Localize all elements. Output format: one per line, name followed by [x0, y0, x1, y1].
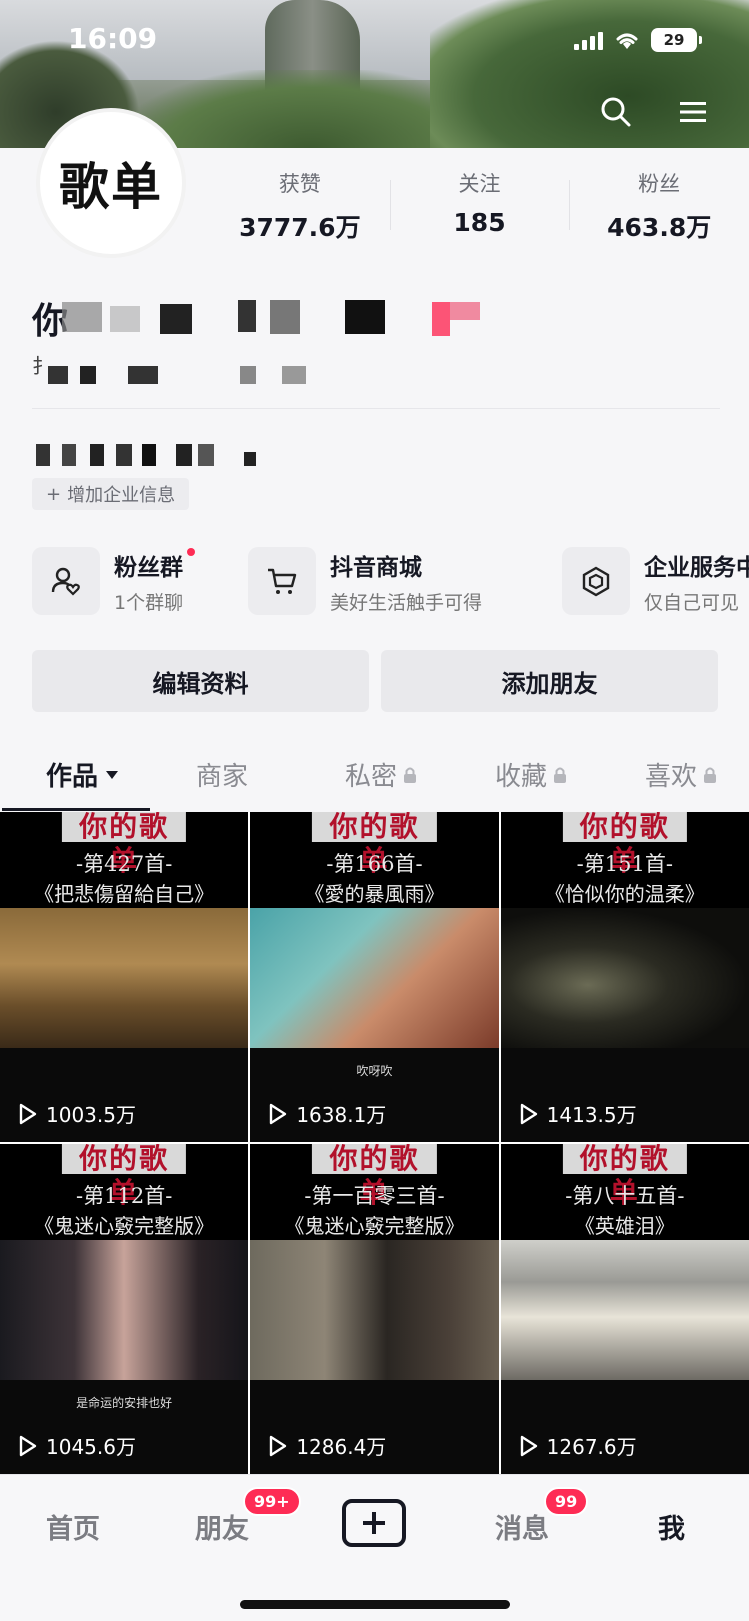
video-thumbnail: [0, 1240, 249, 1380]
stat-followers[interactable]: 粉丝 463.8万: [569, 168, 749, 248]
video-tile[interactable]: 你的歌单 -第151首- 《恰似你的温柔》 1413.5万: [500, 812, 749, 1142]
video-tile[interactable]: 你的歌单 -第八十五首- 《英雄泪》 1267.6万: [500, 1144, 749, 1474]
plus-icon: [363, 1512, 385, 1534]
nav-messages[interactable]: 消息: [495, 1507, 549, 1546]
service-subtitle: 美好生活触手可得: [330, 591, 483, 614]
active-tab-indicator: [2, 808, 150, 811]
video-thumbnail: [500, 908, 749, 1048]
video-song: 《鬼迷心竅完整版》: [284, 1214, 465, 1238]
lock-icon: [554, 767, 567, 783]
plus-icon: +: [46, 483, 62, 505]
video-title: 你的歌单: [62, 812, 187, 877]
video-tile[interactable]: 你的歌单 -第166首- 《愛的暴風雨》 吹呀吹 1638.1万: [250, 812, 499, 1142]
tab-works[interactable]: 作品: [46, 756, 120, 793]
video-thumbnail: [250, 1240, 499, 1380]
play-count: 1045.6万: [18, 1431, 136, 1460]
play-icon: [19, 1103, 37, 1124]
notification-dot: [187, 547, 196, 556]
play-count: 1286.4万: [268, 1431, 386, 1460]
nav-home[interactable]: 首页: [46, 1507, 100, 1546]
video-number: -第112首-: [76, 1184, 173, 1208]
edit-profile-button[interactable]: 编辑资料: [32, 650, 369, 712]
video-song: 《愛的暴風雨》: [304, 882, 445, 906]
stat-likes[interactable]: 获赞 3777.6万: [210, 168, 390, 248]
services-row: 粉丝群 1个群聊 抖音商城 美好生活触手可得 企业服务中 仅自己可见: [0, 545, 749, 620]
profile-actions: 编辑资料 添加朋友: [32, 650, 718, 712]
tab-likes[interactable]: 喜欢: [645, 756, 717, 793]
play-count: 1267.6万: [519, 1431, 637, 1460]
play-icon: [19, 1435, 37, 1456]
add-friend-button[interactable]: 添加朋友: [381, 650, 718, 712]
tab-favorites[interactable]: 收藏: [495, 756, 567, 793]
stat-following[interactable]: 关注 185: [389, 168, 570, 248]
service-title: 粉丝群: [114, 554, 183, 581]
cart-icon: [248, 547, 316, 615]
service-title: 抖音商城: [330, 554, 422, 581]
service-title: 企业服务中: [644, 554, 749, 581]
video-number: -第166首-: [326, 852, 423, 876]
video-title: 你的歌单: [562, 1144, 687, 1209]
video-title: 你的歌单: [312, 812, 437, 877]
video-tile[interactable]: 你的歌单 -第427首- 《把悲傷留給自己》 1003.5万: [0, 812, 249, 1142]
avatar[interactable]: 歌单: [36, 108, 186, 258]
video-song: 《鬼迷心竅完整版》: [34, 1214, 215, 1238]
menu-icon[interactable]: [673, 92, 713, 132]
video-song: 《把悲傷留給自己》: [34, 882, 215, 906]
lock-icon: [704, 767, 717, 783]
caret-down-icon: [106, 770, 119, 779]
friends-badge: 99+: [243, 1487, 301, 1516]
video-thumbnail: [250, 908, 499, 1048]
video-number: -第一百零三首-: [304, 1184, 445, 1208]
play-count: 1638.1万: [268, 1099, 386, 1128]
video-title: 你的歌单: [562, 812, 687, 877]
nav-me[interactable]: 我: [658, 1507, 685, 1546]
play-count: 1413.5万: [519, 1099, 637, 1128]
video-number: -第151首-: [576, 852, 673, 876]
divider: [32, 408, 720, 409]
play-icon: [520, 1435, 537, 1456]
video-title: 你的歌单: [62, 1144, 187, 1209]
video-caption: 吹呀吹: [356, 1064, 393, 1078]
status-icons: 29: [574, 28, 702, 52]
nav-friends[interactable]: 朋友: [195, 1507, 249, 1546]
status-time: 16:09: [68, 22, 158, 55]
wifi-icon: [616, 33, 638, 49]
tab-merchant[interactable]: 商家: [196, 756, 248, 793]
messages-badge: 99: [544, 1487, 589, 1516]
service-shop[interactable]: 抖音商城 美好生活触手可得: [248, 545, 482, 617]
video-number: -第八十五首-: [565, 1184, 685, 1208]
service-subtitle: 1个群聊: [114, 591, 184, 614]
signal-icon: [574, 30, 603, 50]
play-icon: [520, 1103, 537, 1124]
profile-stats: 获赞 3777.6万 关注 185 粉丝 463.8万: [210, 168, 749, 248]
content-tabs: 作品 商家 私密 收藏 喜欢: [0, 742, 749, 812]
service-enterprise[interactable]: 企业服务中 仅自己可见: [562, 545, 749, 617]
video-title: 你的歌单: [312, 1144, 437, 1209]
battery-icon: 29: [651, 28, 702, 52]
fan-group-icon: [32, 547, 100, 615]
add-business-info-button[interactable]: + 增加企业信息: [32, 478, 190, 510]
enterprise-icon: [562, 547, 630, 615]
service-subtitle: 仅自己可见: [644, 591, 740, 614]
video-number: -第427首-: [76, 852, 173, 876]
video-grid: 你的歌单 -第427首- 《把悲傷留給自己》 1003.5万 你的歌单 -第16…: [0, 812, 749, 1474]
create-button[interactable]: [342, 1499, 406, 1547]
play-count: 1003.5万: [18, 1099, 136, 1128]
video-tile[interactable]: 你的歌单 -第一百零三首- 《鬼迷心竅完整版》 1286.4万: [250, 1144, 499, 1474]
video-song: 《英雄泪》: [574, 1214, 675, 1238]
play-icon: [270, 1435, 287, 1456]
lock-icon: [404, 767, 417, 783]
service-fan-group[interactable]: 粉丝群 1个群聊: [32, 545, 196, 617]
play-icon: [270, 1103, 287, 1124]
video-tile[interactable]: 你的歌单 -第112首- 《鬼迷心竅完整版》 是命运的安排也好 1045.6万: [0, 1144, 249, 1474]
video-song: 《恰似你的温柔》: [544, 882, 705, 906]
video-caption: 是命运的安排也好: [76, 1396, 173, 1410]
tab-private[interactable]: 私密: [345, 756, 417, 793]
home-indicator: [240, 1600, 510, 1609]
search-icon[interactable]: [596, 92, 636, 132]
video-thumbnail: [0, 908, 249, 1048]
bottom-nav: 首页 朋友 99+ 消息 99 我: [0, 1474, 749, 1621]
video-thumbnail: [500, 1240, 749, 1380]
